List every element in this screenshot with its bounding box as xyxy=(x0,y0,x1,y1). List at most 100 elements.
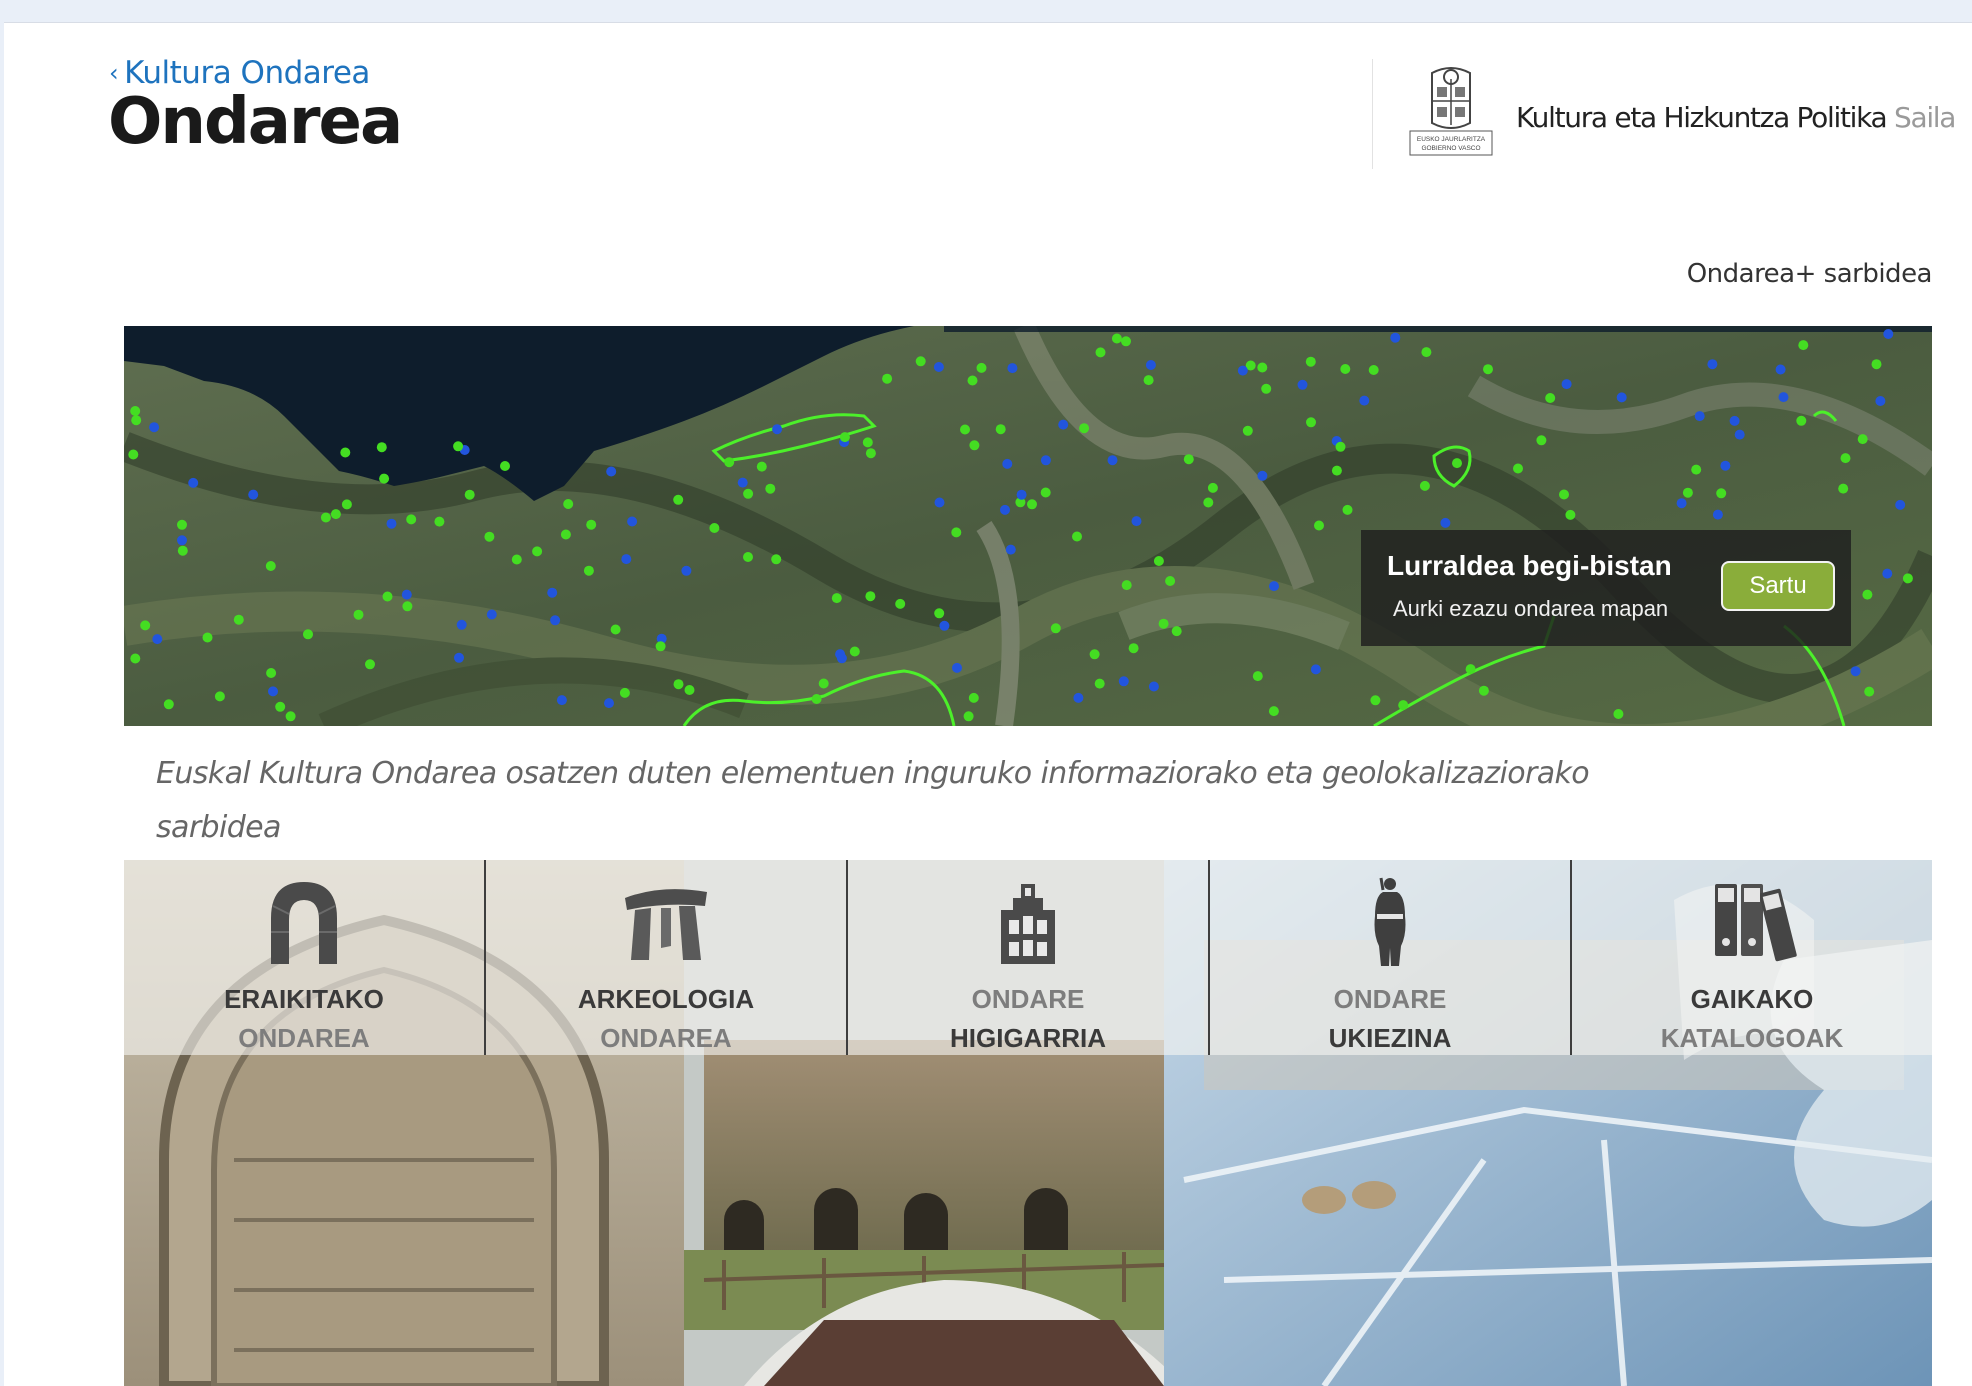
map-marker xyxy=(1111,333,1122,344)
map-marker xyxy=(1370,695,1381,706)
map-marker xyxy=(818,678,829,689)
map-marker xyxy=(1840,453,1851,464)
category-line2: UKIEZINA xyxy=(1328,1023,1452,1053)
map-marker xyxy=(214,691,225,702)
map-marker xyxy=(560,529,571,540)
map-marker xyxy=(1335,441,1346,452)
chevron-left-icon: ‹ xyxy=(109,59,119,87)
map-marker xyxy=(140,620,151,631)
basque-government-logo[interactable]: EUSKO JAURLARITZA GOBIERNO VASCO xyxy=(1402,63,1500,161)
map-marker xyxy=(1310,664,1321,675)
map-marker xyxy=(550,615,561,626)
map-marker xyxy=(951,527,962,538)
map-marker xyxy=(1775,364,1786,375)
category-line2: ONDAREA xyxy=(600,1023,732,1053)
map-marker xyxy=(1121,580,1132,591)
map-marker xyxy=(1545,393,1556,403)
category-line2: HIGIGARRIA xyxy=(950,1023,1106,1053)
map-marker xyxy=(673,494,684,505)
map-marker xyxy=(1268,706,1279,717)
map-marker xyxy=(839,432,850,443)
catalog-binders-icon xyxy=(1715,884,1797,962)
map-marker xyxy=(895,598,906,609)
map-marker xyxy=(1796,415,1807,426)
dancer-icon xyxy=(1374,877,1406,966)
category-eraikitako-ondarea[interactable]: ERAIKITAKO ONDAREA xyxy=(124,860,486,1055)
category-line2: ONDAREA xyxy=(238,1023,370,1053)
category-line1: ONDARE xyxy=(1333,984,1447,1014)
map-marker xyxy=(1707,359,1718,370)
map-marker xyxy=(379,473,390,484)
map-marker xyxy=(586,519,597,530)
map-marker xyxy=(1252,671,1263,682)
map-marker xyxy=(1798,340,1809,351)
heritage-map-banner[interactable]: Lurraldea begi-bistan Aurki ezazu ondare… xyxy=(124,326,1932,726)
map-marker xyxy=(1203,497,1214,508)
map-marker xyxy=(1305,356,1316,367)
map-marker xyxy=(486,609,497,620)
map-marker xyxy=(882,373,893,384)
map-marker xyxy=(915,356,926,367)
map-marker xyxy=(406,514,417,525)
map-marker xyxy=(1871,359,1882,370)
map-marker xyxy=(1027,499,1037,510)
map-marker xyxy=(130,406,141,416)
page-title: Ondarea xyxy=(108,85,403,159)
map-marker xyxy=(709,523,720,533)
map-marker xyxy=(1682,487,1693,498)
map-marker xyxy=(743,488,754,499)
map-marker xyxy=(453,441,464,452)
map-marker xyxy=(1882,568,1893,579)
map-marker xyxy=(382,591,393,602)
map-marker xyxy=(532,546,543,557)
sartu-button[interactable]: Sartu xyxy=(1721,561,1835,611)
map-marker xyxy=(1483,364,1493,375)
map-marker xyxy=(177,545,188,556)
map-marker xyxy=(969,440,980,451)
map-marker xyxy=(655,641,666,652)
category-line1: GAIKAKO xyxy=(1690,984,1814,1014)
map-marker xyxy=(330,509,341,520)
map-marker xyxy=(341,499,352,510)
header-divider xyxy=(1372,59,1373,169)
category-ondare-higigarria[interactable]: ONDARE HIGIGARRIA xyxy=(848,860,1210,1055)
callout-title: Lurraldea begi-bistan xyxy=(1387,550,1672,581)
ondarea-plus-access-link[interactable]: Ondarea+ sarbidea xyxy=(1687,259,1933,289)
map-marker xyxy=(1269,581,1279,592)
map-marker xyxy=(1257,470,1268,481)
map-marker xyxy=(1838,483,1849,494)
map-marker xyxy=(1862,589,1873,600)
map-marker xyxy=(1158,618,1169,629)
map-callout: Lurraldea begi-bistan Aurki ezazu ondare… xyxy=(1361,530,1851,646)
map-marker xyxy=(960,424,970,435)
map-marker xyxy=(1694,411,1705,422)
map-marker xyxy=(500,461,510,471)
map-marker xyxy=(202,632,213,643)
department-label: Kultura eta Hizkuntza Politika xyxy=(1516,101,1888,134)
map-marker xyxy=(1716,488,1727,499)
map-marker xyxy=(1390,332,1401,343)
map-marker xyxy=(1171,626,1182,637)
map-marker xyxy=(275,701,286,712)
map-marker xyxy=(1419,480,1430,491)
map-marker xyxy=(1007,363,1018,374)
dolmen-icon xyxy=(625,889,707,960)
map-marker xyxy=(939,620,950,631)
department-name: Kultura eta Hizkuntza Politika Saila xyxy=(1516,101,1956,134)
map-marker xyxy=(1002,458,1013,469)
category-gaikako-katalogoak[interactable]: GAIKAKO KATALOGOAK xyxy=(1572,860,1932,1055)
map-marker xyxy=(1440,517,1451,528)
category-arkeologia-ondarea[interactable]: ARKEOLOGIA ONDAREA xyxy=(486,860,848,1055)
map-marker xyxy=(604,698,614,709)
category-line1: ONDARE xyxy=(971,984,1085,1014)
map-marker xyxy=(743,552,753,562)
category-ondare-ukiezina[interactable]: ONDARE UKIEZINA xyxy=(1210,860,1572,1055)
page: ‹ Kultura Ondarea Ondarea EUSKO JAURLARIT… xyxy=(4,22,1972,1386)
map-marker xyxy=(1895,499,1906,510)
map-marker xyxy=(934,497,945,508)
map-marker xyxy=(1331,465,1342,476)
map-marker xyxy=(1183,454,1194,465)
altarpiece-icon xyxy=(1001,884,1055,964)
map-marker xyxy=(1875,396,1886,406)
map-marker xyxy=(963,711,974,722)
